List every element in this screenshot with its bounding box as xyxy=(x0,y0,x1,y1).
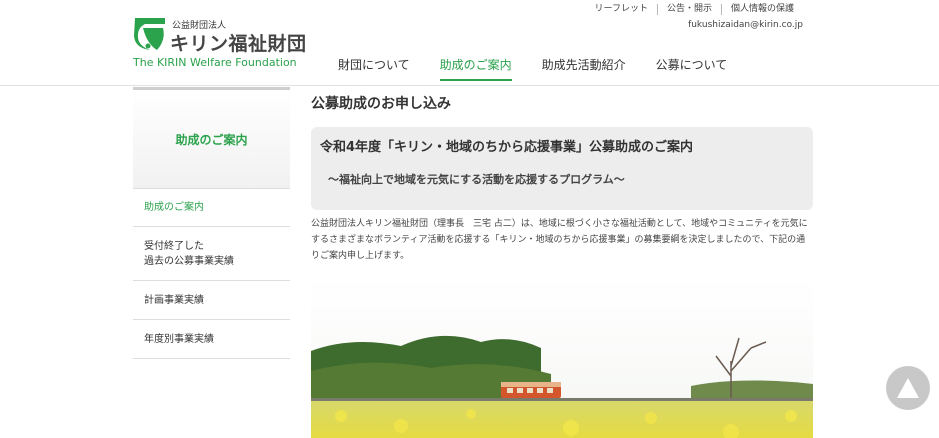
sidebar-heading: 助成のご案内 xyxy=(133,87,290,189)
util-link-privacy[interactable]: 個人情報の保護 xyxy=(720,4,803,15)
site-header: 公益財団法人 キリン福祉財団 The KIRIN Welfare Foundat… xyxy=(0,0,939,86)
main-nav: 財団について 助成のご案内 助成先活動紹介 公募について xyxy=(338,56,757,81)
hero-photo xyxy=(311,276,813,438)
notice-subtitle: ～福祉向上で地域を元気にする活動を応援するプログラム～ xyxy=(328,173,625,186)
logo-english-name: The KIRIN Welfare Foundation xyxy=(133,56,297,69)
nav-item-public-offering[interactable]: 公募について xyxy=(656,56,728,81)
nav-item-grants[interactable]: 助成のご案内 xyxy=(439,56,512,81)
sidebar-item-grants-guide[interactable]: 助成のご案内 xyxy=(133,189,290,227)
sidebar-item-yearly-results[interactable]: 年度別事業実績 xyxy=(133,320,290,359)
sidebar-item-past-results[interactable]: 受付終了した 過去の公募事業実績 xyxy=(133,227,290,281)
rural-train-photo xyxy=(311,276,813,438)
nav-item-grantee-activities[interactable]: 助成先活動紹介 xyxy=(542,56,626,81)
page-title: 公募助成のお申し込み xyxy=(311,96,451,112)
util-link-leaflet[interactable]: リーフレット xyxy=(586,4,657,15)
util-link-disclosure[interactable]: 公告・開示 xyxy=(656,4,721,15)
site-logo[interactable]: 公益財団法人 キリン福祉財団 The KIRIN Welfare Foundat… xyxy=(133,16,306,72)
intro-text: 公益財団法人キリン福祉財団（理事長 三宅 占二）は、地域に根づく小さな福祉活動と… xyxy=(311,219,808,261)
nav-item-about[interactable]: 財団について xyxy=(338,56,410,81)
sidebar-item-planned-results[interactable]: 計画事業実績 xyxy=(133,281,290,320)
logo-name: キリン福祉財団 xyxy=(170,33,307,55)
scroll-to-top-button[interactable] xyxy=(886,366,930,410)
notice-title: 令和4年度「キリン・地域のちから応援事業」公募助成のご案内 xyxy=(320,140,694,155)
utility-nav: リーフレット 公告・開示 個人情報の保護 xyxy=(586,4,804,15)
sidebar: 助成のご案内 助成のご案内 受付終了した 過去の公募事業実績 計画事業実績 年度… xyxy=(133,87,290,359)
kirin-logo-icon xyxy=(134,18,165,50)
notice-box: 令和4年度「キリン・地域のちから応援事業」公募助成のご案内 ～福祉向上で地域を元… xyxy=(311,127,813,210)
main-content: 公募助成のお申し込み 令和4年度「キリン・地域のちから応援事業」公募助成のご案内… xyxy=(311,87,813,438)
contact-email[interactable]: fukushizaidan@kirin.co.jp xyxy=(688,20,803,30)
arrow-up-icon xyxy=(897,378,919,398)
